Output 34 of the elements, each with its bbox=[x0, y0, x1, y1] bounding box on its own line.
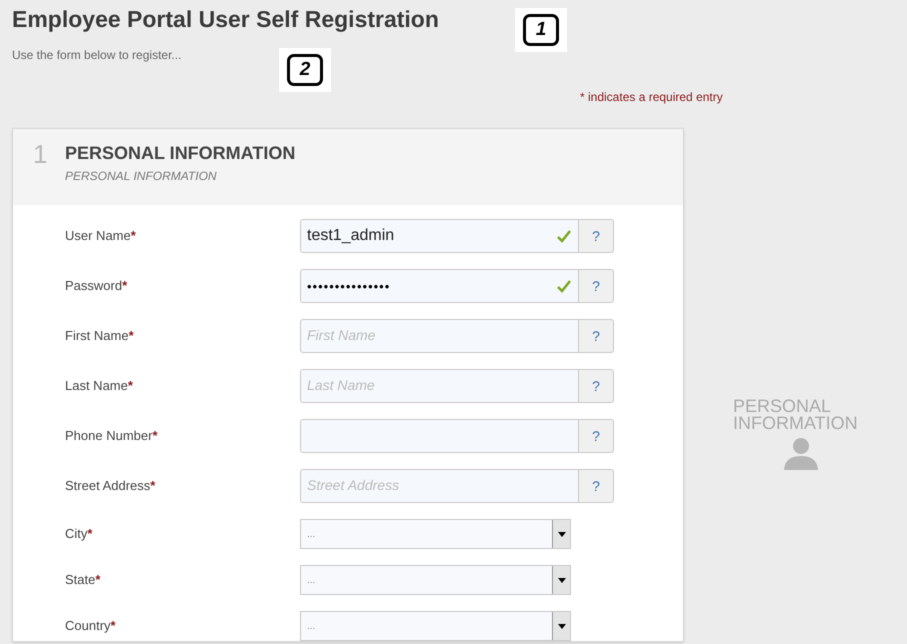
field-label: City* bbox=[64, 525, 94, 544]
help-button[interactable]: ? bbox=[579, 419, 614, 453]
field-label: State* bbox=[64, 571, 102, 590]
dropdown[interactable]: ... bbox=[300, 519, 571, 549]
help-button[interactable]: ? bbox=[579, 469, 614, 503]
section-title: PERSONAL INFORMATION bbox=[65, 142, 296, 165]
dropdown[interactable]: ... bbox=[300, 611, 571, 641]
field-label: Last Name* bbox=[64, 377, 134, 396]
page-title: Employee Portal User Self Registration bbox=[12, 5, 439, 34]
input-field[interactable] bbox=[300, 419, 579, 453]
field-label: Street Address* bbox=[64, 477, 156, 496]
help-button[interactable]: ? bbox=[579, 319, 614, 353]
page-subtitle: Use the form below to register... bbox=[12, 47, 182, 64]
callout-badge: 2 bbox=[287, 54, 323, 86]
callout-badge: 1 bbox=[523, 14, 559, 46]
input-field[interactable]: test1_admin bbox=[300, 219, 579, 253]
input-field[interactable]: Street Address bbox=[300, 469, 579, 503]
help-button[interactable]: ? bbox=[579, 369, 614, 403]
input-field[interactable]: ••••••••••••••• bbox=[300, 269, 579, 303]
field-label: Country* bbox=[64, 617, 117, 636]
input-field[interactable]: First Name bbox=[300, 319, 579, 353]
field-label: Password* bbox=[64, 277, 128, 296]
field-label: First Name* bbox=[64, 327, 135, 346]
required-note: * indicates a required entry bbox=[580, 89, 723, 106]
user-icon bbox=[781, 436, 821, 472]
help-button[interactable]: ? bbox=[579, 269, 614, 303]
field-label: User Name* bbox=[64, 227, 137, 246]
input-field[interactable]: Last Name bbox=[300, 369, 579, 403]
section-number: 1 bbox=[33, 139, 48, 171]
dropdown[interactable]: ... bbox=[300, 565, 571, 595]
side-panel-title: PERSONAL INFORMATION bbox=[733, 398, 859, 432]
field-label: Phone Number* bbox=[64, 427, 159, 446]
help-button[interactable]: ? bbox=[579, 219, 614, 253]
section-subtitle: PERSONAL INFORMATION bbox=[65, 168, 218, 185]
